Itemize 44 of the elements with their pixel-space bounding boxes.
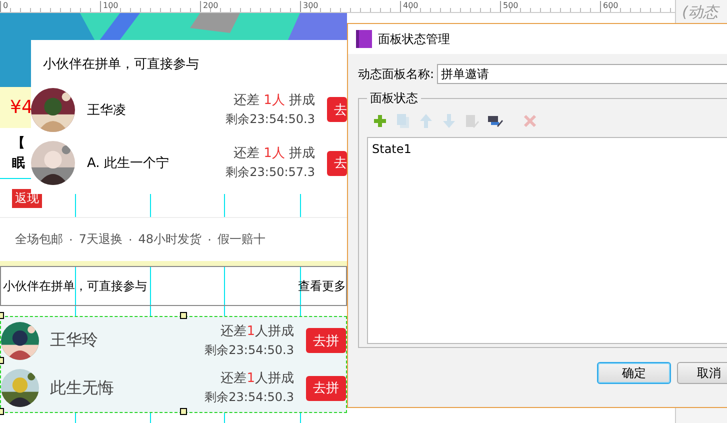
user-name: 王华玲 <box>50 330 99 352</box>
user-name: A. 此生一个宁 <box>87 155 170 172</box>
service-label: 48小时发货 <box>138 231 202 248</box>
ruler-label: 300 <box>300 1 400 12</box>
ruler-label: 500 <box>500 1 600 12</box>
ruler-label: 0 <box>0 1 100 12</box>
need-text: 还差1人拼成 <box>220 322 294 341</box>
countdown: 剩余23:54:50.3 <box>204 342 294 359</box>
user-name: 此生无悔 <box>50 378 115 399</box>
join-button[interactable]: 去 <box>327 97 347 122</box>
user-name: 王华凌 <box>87 102 127 118</box>
service-label: 全场包邮 <box>15 231 63 248</box>
group-box-label: 面板状态 <box>369 90 419 107</box>
need-text: 还差 1人 拼成 <box>233 92 315 110</box>
app-logo-icon <box>356 30 372 48</box>
edit-icon[interactable] <box>487 113 503 129</box>
countdown: 剩余23:50:57.3 <box>226 164 315 181</box>
field-label: 动态面板名称: <box>358 66 434 82</box>
service-label: 7天退换 <box>78 231 122 248</box>
separator-dot: · <box>69 232 73 246</box>
service-label: 假一赔十 <box>217 231 266 248</box>
panel-name-field[interactable]: 拼单邀请 <box>437 64 727 84</box>
countdown: 剩余23:54:50.3 <box>226 110 315 128</box>
ruler-label: 100 <box>100 1 200 12</box>
product-title: 眠 <box>12 154 25 172</box>
separator-dot: · <box>208 232 212 246</box>
dialog-title: 面板状态管理 <box>378 30 450 48</box>
ruler-label: 200 <box>200 1 300 12</box>
selection-handle[interactable] <box>180 312 187 319</box>
state-item[interactable]: State1 <box>370 141 727 157</box>
ruler-label: 400 <box>400 1 500 12</box>
need-text: 还差 1人 拼成 <box>233 145 315 163</box>
selection-handle[interactable] <box>180 408 187 415</box>
need-text: 还差1人拼成 <box>220 370 294 388</box>
group-title: 小伙伴在拼单，可直接参与 <box>3 278 147 294</box>
join-button[interactable]: 去拼 <box>306 376 346 401</box>
price: ¥4 <box>10 97 33 118</box>
join-button[interactable]: 去 <box>327 150 347 176</box>
cancel-button[interactable]: 取消 <box>677 362 727 384</box>
ok-button[interactable]: 确定 <box>597 362 671 384</box>
join-button[interactable]: 去拼 <box>306 328 346 354</box>
countdown: 剩余23:54:50.3 <box>204 389 294 406</box>
product-title: 【 <box>12 134 25 152</box>
separator-dot: · <box>128 232 132 246</box>
